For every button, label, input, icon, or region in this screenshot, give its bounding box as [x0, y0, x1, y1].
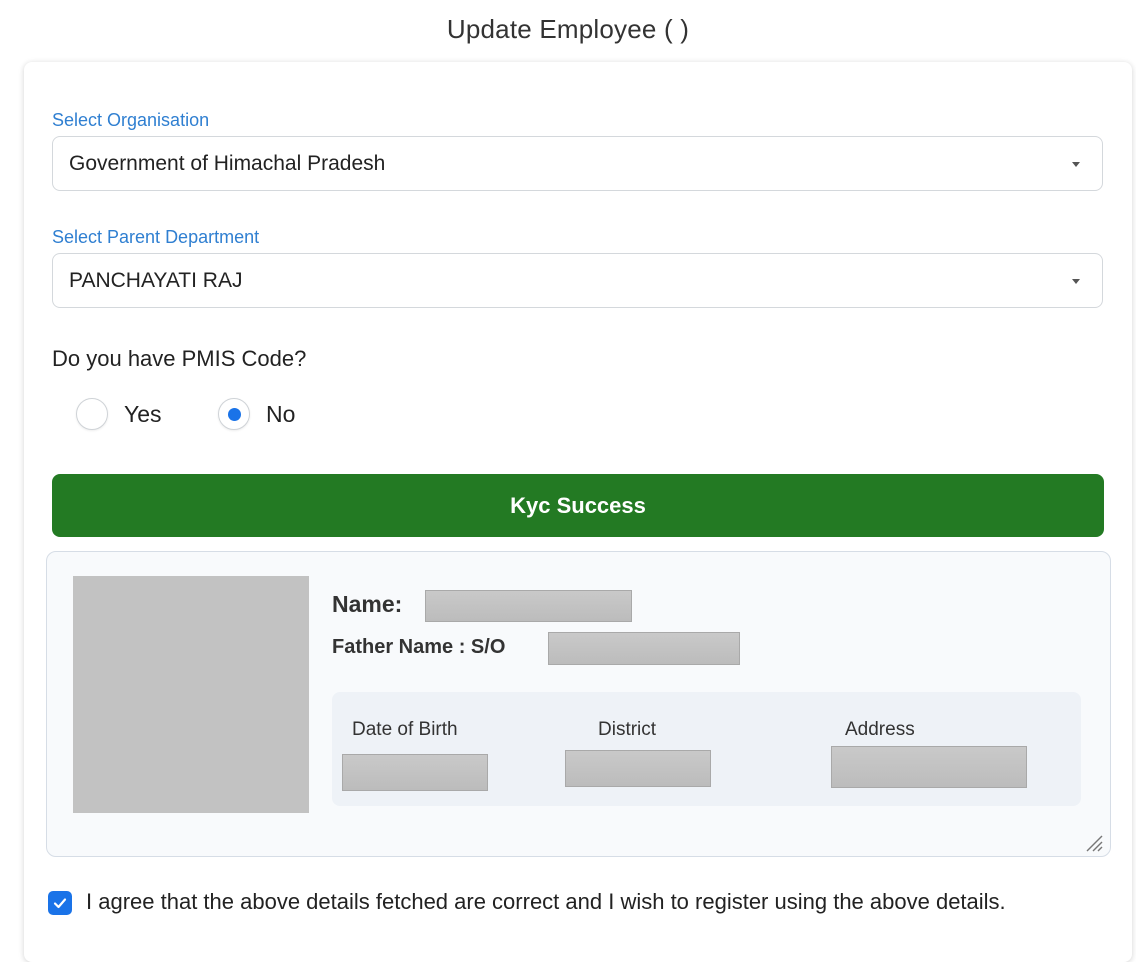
dob-column-header: Date of Birth [352, 719, 458, 740]
resize-grip-icon[interactable] [1085, 834, 1103, 852]
father-name-value-redacted [548, 632, 740, 665]
parent-department-select-value: PANCHAYATI RAJ [69, 268, 243, 292]
name-label: Name: [332, 591, 403, 617]
chevron-down-icon [1072, 278, 1080, 284]
pmis-question: Do you have PMIS Code? [52, 346, 307, 371]
kyc-status-banner: Kyc Success [52, 474, 1104, 537]
organisation-select[interactable]: Government of Himachal Pradesh [52, 136, 1103, 191]
chevron-down-icon [1072, 161, 1080, 167]
dob-value-redacted [342, 754, 488, 791]
name-value-redacted [425, 590, 632, 622]
father-name-label: Father Name : S/O [332, 636, 506, 658]
employee-photo [73, 576, 309, 813]
address-column-header: Address [845, 719, 915, 740]
agreement-checkbox[interactable] [48, 891, 72, 915]
organisation-label: Select Organisation [52, 110, 210, 130]
pmis-radio-no[interactable]: No [218, 398, 295, 430]
organisation-select-value: Government of Himachal Pradesh [69, 151, 386, 175]
address-value-redacted [831, 746, 1027, 788]
pmis-radio-yes[interactable]: Yes [76, 398, 162, 430]
district-column-header: District [598, 719, 657, 740]
pmis-radio-no-label: No [266, 400, 296, 427]
parent-department-label: Select Parent Department [52, 227, 260, 247]
checkmark-icon [53, 898, 67, 909]
agreement-row: I agree that the above details fetched a… [48, 888, 1108, 915]
radio-checked-icon [218, 398, 250, 430]
agreement-text: I agree that the above details fetched a… [86, 889, 1006, 914]
parent-department-select[interactable]: PANCHAYATI RAJ [52, 253, 1103, 308]
radio-unchecked-icon [76, 398, 108, 430]
pmis-radio-yes-label: Yes [124, 400, 162, 427]
page-title: Update Employee ( ) [446, 14, 690, 44]
district-value-redacted [565, 750, 711, 787]
